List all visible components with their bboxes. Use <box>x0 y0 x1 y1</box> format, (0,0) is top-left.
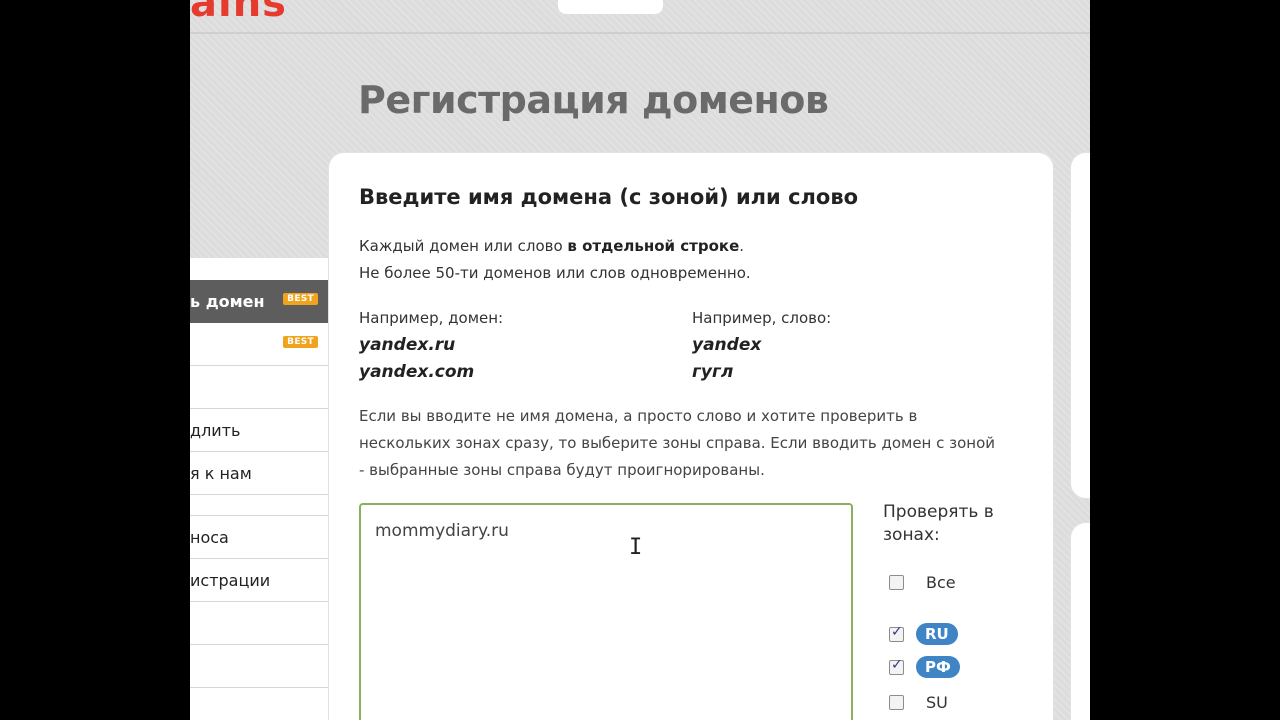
sidebar-item-label: истрации <box>190 571 271 590</box>
top-nav-tab[interactable] <box>558 0 663 14</box>
sidebar-item-transfer[interactable]: носа <box>190 516 328 559</box>
example-domain: yandex.ru <box>359 335 456 355</box>
sidebar-item[interactable] <box>190 366 328 409</box>
sidebar-item-label: длить <box>190 421 241 440</box>
example-word-label: Например, слово: <box>692 309 832 327</box>
sidebar-item-label: ь домен <box>190 292 265 311</box>
sidebar-item[interactable]: BEST <box>190 323 328 366</box>
side-panel <box>1070 522 1090 720</box>
intro-line-1-prefix: Каждый домен или слово <box>359 237 568 255</box>
header-divider <box>190 32 1090 34</box>
example-word: гугл <box>692 362 734 382</box>
zone-ru[interactable]: RU <box>889 623 958 645</box>
example-word: yandex <box>692 335 762 355</box>
intro-line-1-bold: в отдельной строке <box>567 237 740 255</box>
zone-all-checkbox[interactable] <box>889 574 904 590</box>
sidebar-nav: ь домен BEST BEST длить я к нам носа ист… <box>190 280 354 688</box>
sidebar-item-label: носа <box>190 528 229 547</box>
zone-rf-checkbox[interactable] <box>889 657 904 675</box>
sidebar-item[interactable] <box>190 645 328 688</box>
domain-search-card: Введите имя домена (с зоной) или слово К… <box>328 152 1054 720</box>
intro-line-1: Каждый домен или слово в отдельной строк… <box>359 233 751 260</box>
zones-hint-text: Если вы вводите не имя домена, а просто … <box>359 407 996 479</box>
form-title: Введите имя домена (с зоной) или слово <box>359 185 859 209</box>
zones-label: Проверять в зонах: <box>883 501 994 547</box>
sidebar-item[interactable] <box>190 495 328 516</box>
zones-label-line-1: Проверять в <box>883 502 994 522</box>
zone-su[interactable]: SU <box>889 691 948 713</box>
zone-ru-label: RU <box>916 623 958 645</box>
example-domain-label: Например, домен: <box>359 309 504 327</box>
intro-text: Каждый домен или слово в отдельной строк… <box>359 233 751 287</box>
sidebar-item-transfer-to-us[interactable]: я к нам <box>190 452 328 495</box>
zone-ru-checkbox[interactable] <box>889 624 904 642</box>
zone-rf[interactable]: РФ <box>889 656 960 678</box>
zones-label-line-2: зонах: <box>883 525 940 545</box>
text-cursor-icon: I <box>629 535 643 560</box>
sidebar-item-label: я к нам <box>190 464 252 483</box>
zone-su-checkbox[interactable] <box>889 694 904 710</box>
zone-all-label: Все <box>926 572 956 592</box>
example-domain: yandex.com <box>359 362 475 382</box>
side-panel <box>1070 152 1090 499</box>
example-domains: Например, домен: yandex.ru yandex.com <box>359 305 503 386</box>
intro-line-1-suffix: . <box>739 237 745 255</box>
example-words: Например, слово: yandex гугл <box>692 305 831 386</box>
best-badge: BEST <box>283 293 318 305</box>
zone-su-label: SU <box>926 692 948 712</box>
page-title: Регистрация доменов <box>358 78 829 122</box>
site-logo[interactable]: ains <box>190 0 287 26</box>
browser-viewport: ains Регистрация доменов ь домен BEST BE… <box>190 0 1090 720</box>
zone-rf-label: РФ <box>916 656 960 678</box>
best-badge: BEST <box>283 336 318 348</box>
intro-line-2: Не более 50-ти доменов или слов одноврем… <box>359 264 751 282</box>
sidebar-item-register-domain[interactable]: ь домен BEST <box>190 280 354 323</box>
zone-all[interactable]: Все <box>889 571 956 593</box>
sidebar-item[interactable] <box>190 602 328 645</box>
sidebar-item-registration[interactable]: истрации <box>190 559 328 602</box>
sidebar-item-renew[interactable]: длить <box>190 409 328 452</box>
domain-input[interactable]: mommydiary.ru <box>359 503 853 720</box>
